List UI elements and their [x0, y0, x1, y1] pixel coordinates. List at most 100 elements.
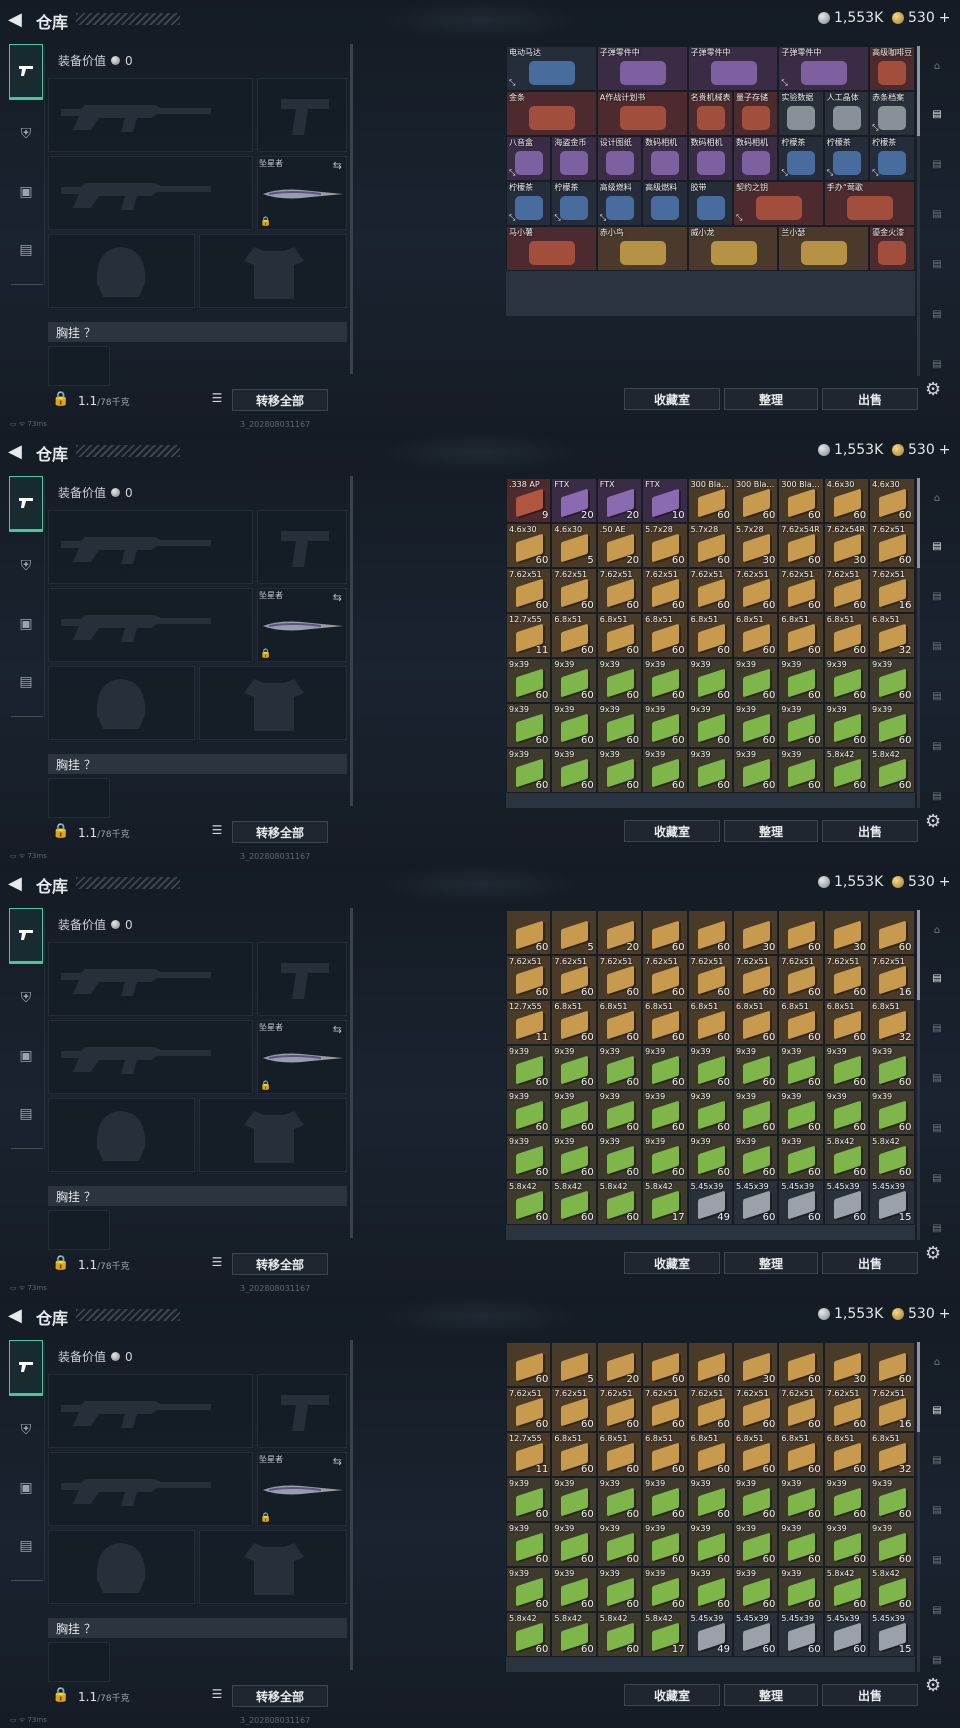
stash-item[interactable]: 9x39 60 — [823, 658, 870, 703]
stash-page-4-icon[interactable]: ▤ — [924, 1116, 950, 1142]
settings-gear-icon[interactable]: ⚙ — [925, 1675, 941, 1696]
add-gold-icon[interactable]: + — [939, 442, 951, 458]
stash-item[interactable]: 9x39 60 — [642, 703, 688, 748]
armor-tab-icon[interactable]: ⛨ — [9, 1402, 43, 1458]
stash-page-5-icon[interactable]: ▤ — [924, 1598, 950, 1624]
stash-item[interactable]: 柠檬茶 ⤡ — [551, 181, 597, 226]
stash-item[interactable]: 7.62x51 60 — [687, 1387, 733, 1432]
stash-page-5-icon[interactable]: ▤ — [924, 1166, 950, 1192]
back-arrow-icon[interactable]: ◀ — [8, 1305, 22, 1326]
stash-item[interactable]: 60 — [869, 1342, 915, 1387]
stash-page-6-icon[interactable]: ▤ — [924, 1216, 950, 1242]
stash-item[interactable]: 9x39 60 — [642, 1045, 688, 1090]
stash-item[interactable]: 9x39 60 — [823, 1045, 870, 1090]
stash-item[interactable]: 9x39 60 — [642, 1477, 688, 1522]
stash-item[interactable]: 6.8x51 60 — [596, 613, 643, 658]
stash-page-6-icon[interactable]: ▤ — [924, 1648, 950, 1674]
stash-item[interactable]: 马小薯 — [506, 226, 597, 271]
stash-item[interactable]: 9x39 60 — [778, 658, 824, 703]
stash-item[interactable]: 9x39 60 — [687, 748, 733, 793]
stash-item[interactable]: 9x39 60 — [687, 658, 733, 703]
stash-item[interactable]: 300 Bla… 60 — [732, 478, 779, 523]
add-gold-icon[interactable]: + — [939, 10, 951, 26]
stash-item[interactable]: 5.45x39 49 — [687, 1612, 733, 1657]
stash-item[interactable]: 7.62x54R 60 — [778, 523, 824, 568]
stash-item[interactable]: 9x39 60 — [869, 658, 915, 703]
stash-item[interactable]: 30 — [732, 910, 779, 955]
stash-item[interactable]: 6.8x51 60 — [732, 1432, 779, 1477]
loadout-scrollbar[interactable] — [350, 908, 353, 1238]
stash-item[interactable]: 高级燃料 — [642, 181, 688, 226]
helmet-slot[interactable] — [48, 1530, 195, 1604]
collection-button[interactable]: 收藏室 — [624, 1252, 720, 1274]
stash-item[interactable]: 7.62x51 60 — [687, 568, 733, 613]
stash-item[interactable]: 名贵机械表 — [687, 91, 733, 136]
stash-item[interactable]: 12.7x55 11 — [506, 1000, 552, 1045]
stash-page-6-icon[interactable]: ▤ — [924, 352, 950, 378]
stash-item[interactable]: 9x39 60 — [778, 1522, 824, 1567]
stash-item[interactable]: 7.62x51 60 — [506, 955, 552, 1000]
stash-item[interactable]: 6.8x51 32 — [869, 613, 915, 658]
stash-item[interactable]: 7.62x51 60 — [642, 1387, 688, 1432]
stash-item[interactable]: 5.45x39 49 — [687, 1180, 733, 1225]
melee-slot[interactable]: 坠星者 ⇆ 🔒 — [257, 156, 347, 230]
bag-tab-icon[interactable]: ▣ — [9, 596, 43, 652]
stash-item[interactable]: 60 — [506, 1342, 552, 1387]
stash-item[interactable]: 30 — [823, 910, 870, 955]
stash-item[interactable]: 6.8x51 60 — [642, 1432, 688, 1477]
stash-item[interactable]: 7.62x51 60 — [642, 955, 688, 1000]
organize-button[interactable]: 整理 — [724, 1684, 818, 1706]
stash-item[interactable]: 赤小鸟 — [596, 226, 688, 271]
lock-icon[interactable]: 🔒 — [52, 391, 69, 407]
organize-button[interactable]: 整理 — [724, 388, 818, 410]
stash-item[interactable]: 9x39 60 — [596, 1135, 643, 1180]
stash-item[interactable]: 4.6x30 60 — [506, 523, 552, 568]
stash-item[interactable]: 赤条档案 ⤡ — [869, 91, 915, 136]
stash-item[interactable]: 9x39 60 — [732, 1135, 779, 1180]
stash-item[interactable]: 9x39 60 — [596, 658, 643, 703]
chest-rig-header[interactable]: 胸挂 ？ — [48, 322, 347, 342]
stash-item[interactable]: 5.45x39 60 — [778, 1180, 824, 1225]
stash-item[interactable]: 7.62x51 60 — [778, 568, 824, 613]
stash-item[interactable]: 60 — [687, 910, 733, 955]
chest-rig-slot[interactable] — [48, 1210, 110, 1250]
stash-item[interactable]: 9x39 60 — [506, 1045, 552, 1090]
weapon-tab-icon[interactable] — [9, 908, 43, 964]
stash-item[interactable]: 5.7x28 30 — [732, 523, 779, 568]
stash-item[interactable]: 6.8x51 60 — [551, 1432, 597, 1477]
stash-item[interactable]: 5.8x42 17 — [642, 1612, 688, 1657]
stash-item[interactable]: 9x39 60 — [732, 703, 779, 748]
stash-home-icon[interactable]: ⌂ — [924, 486, 950, 512]
stash-item[interactable]: 9x39 60 — [642, 1135, 688, 1180]
melee-slot[interactable]: 坠星者 ⇆ 🔒 — [257, 1020, 347, 1094]
lock-icon[interactable]: 🔒 — [52, 1255, 69, 1271]
weapon-tab-icon[interactable] — [9, 476, 43, 532]
transfer-all-button[interactable]: 转移全部 — [232, 821, 328, 843]
stash-item[interactable]: 9x39 60 — [778, 748, 824, 793]
organize-button[interactable]: 整理 — [724, 1252, 818, 1274]
stash-item[interactable]: 12.7x55 11 — [506, 1432, 552, 1477]
stash-item[interactable]: 7.62x51 60 — [823, 568, 870, 613]
stash-item[interactable]: 9x39 60 — [823, 1522, 870, 1567]
stash-item[interactable]: 设计图纸 — [596, 136, 643, 181]
stash-item[interactable]: 7.62x51 16 — [869, 1387, 915, 1432]
stash-page-5-icon[interactable]: ▤ — [924, 734, 950, 760]
stash-item[interactable]: 子弹零件中 — [596, 46, 688, 91]
stash-item[interactable]: 八音盒 ⤡ — [506, 136, 552, 181]
stash-item[interactable]: 5.8x42 60 — [823, 748, 870, 793]
melee-slot[interactable]: 坠星者 ⇆ 🔒 — [257, 1452, 347, 1526]
stash-home-icon[interactable]: ⌂ — [924, 1350, 950, 1376]
stash-item[interactable]: 子弹零件中 — [687, 46, 779, 91]
stash-item[interactable]: 9x39 60 — [596, 1522, 643, 1567]
stash-item[interactable]: 9x39 60 — [778, 1567, 824, 1612]
stash-item[interactable]: 7.62x51 60 — [551, 568, 597, 613]
armor-tab-icon[interactable]: ⛨ — [9, 538, 43, 594]
stash-item[interactable]: 20 — [596, 1342, 643, 1387]
helmet-slot[interactable] — [48, 1098, 195, 1172]
stash-item[interactable]: 7.62x51 60 — [506, 568, 552, 613]
chest-rig-header[interactable]: 胸挂 ？ — [48, 1618, 347, 1638]
stash-item[interactable]: 海盗金币 — [551, 136, 597, 181]
stash-item[interactable]: 数码相机 — [687, 136, 733, 181]
stash-item[interactable]: 9x39 60 — [687, 1135, 733, 1180]
collection-button[interactable]: 收藏室 — [624, 388, 720, 410]
